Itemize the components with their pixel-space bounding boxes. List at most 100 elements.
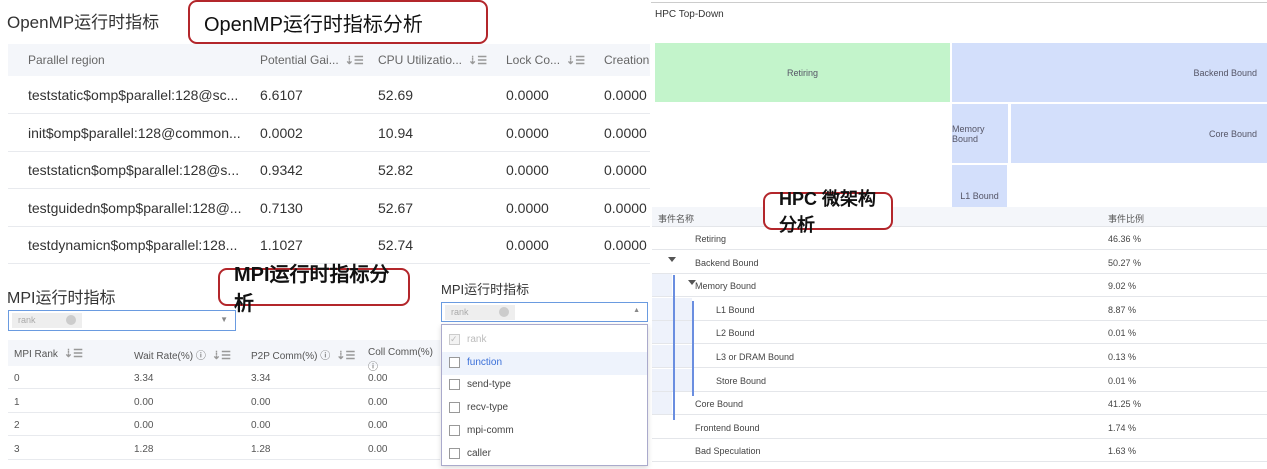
tree-row[interactable]: Bad Speculation 1.63 % [652,439,1267,463]
table-cell: 1.28 [134,443,154,455]
tree-row[interactable]: Memory Bound 9.02 % [652,274,1267,298]
sort-icon[interactable]: ⇣☰ [212,350,231,362]
checkbox[interactable]: ✓ [449,334,460,345]
col-parallel-region[interactable]: Parallel region [28,53,105,67]
table-row[interactable]: teststatic$omp$parallel:128@sc... 6.6107 5… [8,76,650,114]
sort-icon[interactable]: ⇣☰ [64,348,83,360]
tree-guide-line [692,301,694,396]
table-row[interactable]: testguidedn$omp$parallel:128@... 0.7130 52… [8,189,650,227]
table-cell: teststaticn$omp$parallel:128@s... [28,162,240,178]
sort-icon[interactable]: ⇣☰ [336,350,355,362]
table-cell: 0.0002 [260,124,303,141]
checkbox[interactable] [449,424,460,436]
table-cell: 0.7130 [260,199,303,216]
table-row[interactable]: 0 3.34 3.34 0.00 [8,366,440,389]
col-wait-rate[interactable]: Wait Rate(%) ⓘ ⇣☰ [134,347,231,362]
table-cell: 0.00 [368,420,388,431]
chevron-down-icon[interactable]: ▼ [220,315,228,324]
tree-row[interactable]: L3 or DRAM Bound 0.13 % [652,345,1267,368]
table-cell: 0.9342 [260,162,303,178]
table-cell: 0.0000 [506,124,549,141]
table-row[interactable]: 3 1.28 1.28 0.00 [8,437,440,460]
tag-close-icon[interactable] [66,315,76,325]
event-ratio: 1.74 % [1108,422,1137,433]
sort-icon[interactable]: ⇣☰ [468,55,487,67]
tree-row[interactable]: Backend Bound 50.27 % [652,251,1267,274]
event-ratio: 8.87 % [1108,304,1137,315]
treemap-backend-bound[interactable]: Backend Bound [952,43,1267,102]
tag-label: rank [451,307,469,317]
table-row[interactable]: 2 0.00 0.00 0.00 [8,413,440,436]
table-cell: 1 [14,396,20,408]
col-label: Lock Co... [506,53,561,67]
openmp-callout: OpenMP运行时指标分析 [188,0,488,44]
tree-row[interactable]: Store Bound 0.01 % [652,368,1267,392]
table-cell: 0.00 [134,420,154,431]
treemap-label: Memory Bound [952,123,985,144]
table-row[interactable]: init$omp$parallel:128@common... 0.0002 10.… [8,114,650,152]
table-cell: 0.0000 [604,199,647,216]
checkbox[interactable] [449,447,460,459]
event-ratio: 0.01 % [1108,375,1137,386]
checkbox[interactable] [449,379,460,391]
dropdown-option-send-type[interactable]: send-type [442,374,647,397]
mpi-group-select[interactable]: rank ▼ [8,310,236,331]
col-label: Coll Comm(%) [368,347,433,358]
option-label: recv-type [467,402,509,414]
mpi-title: MPI运行时指标 [7,290,116,307]
event-ratio: 46.36 % [1108,234,1142,244]
option-label: caller [467,447,491,459]
table-cell: 52.82 [378,162,414,178]
tree-row[interactable]: L1 Bound 8.87 % [652,297,1267,321]
table-cell: 0 [14,373,20,384]
tree-row[interactable]: Core Bound 41.25 % [652,392,1267,416]
col-mpi-rank[interactable]: MPI Rank ⇣☰ [14,347,83,360]
option-label: rank [467,334,487,345]
dropdown-option-caller[interactable]: caller [442,443,647,466]
col-cpu-utilization[interactable]: CPU Utilizatio... ⇣☰ [378,53,487,67]
table-cell: 0.0000 [506,87,549,103]
col-event-name: 事件名称 [658,214,695,224]
mpi-callout-text: MPI运行时指标分析 [234,264,390,315]
table-cell: 3.34 [251,373,271,384]
table-cell: 52.69 [378,87,414,103]
chevron-up-icon[interactable]: ▲ [633,307,640,314]
tree-row[interactable]: Retiring 46.36 % [652,227,1267,250]
treemap-memory-bound[interactable]: Memory Bound [952,104,1008,163]
col-p2p-comm[interactable]: P2P Comm(%) ⓘ ⇣☰ [251,347,355,362]
treemap-retiring[interactable]: Retiring [655,43,950,102]
tree-row[interactable]: Frontend Bound 1.74 % [652,416,1267,439]
tree-row[interactable]: L2 Bound 0.01 % [652,321,1267,345]
tag-close-icon[interactable] [499,307,509,317]
table-row[interactable]: teststaticn$omp$parallel:128@s... 0.9342 5… [8,151,650,189]
checkbox[interactable] [449,402,460,414]
sort-icon[interactable]: ⇣☰ [566,55,585,67]
dropdown-option-recv-type[interactable]: recv-type [442,397,647,420]
treemap-core-bound[interactable]: Core Bound [1011,104,1267,163]
help-icon[interactable]: ⓘ [320,351,330,362]
table-cell: 3 [14,443,20,455]
dropdown-option-function[interactable]: function [442,351,647,375]
dropdown-option-rank[interactable]: ✓ rank [442,329,647,352]
treemap-l1-bound[interactable]: L1 Bound [952,165,1007,207]
event-ratio: 0.01 % [1108,328,1137,339]
event-name: Core Bound [695,399,744,410]
event-ratio: 41.25 % [1108,399,1142,410]
checkbox[interactable] [449,356,460,368]
event-ratio: 50.27 % [1108,257,1142,268]
table-row[interactable]: 1 0.00 0.00 0.00 [8,390,440,413]
event-name: Frontend Bound [695,422,760,433]
select-tag: rank [12,313,82,328]
col-event-ratio: 事件比例 [1108,214,1145,224]
table-cell: teststatic$omp$parallel:128@sc... [28,87,239,103]
dropdown-option-mpi-comm[interactable]: mpi-comm [442,420,647,443]
col-lock[interactable]: Lock Co... ⇣☰ [506,53,585,67]
sort-icon[interactable]: ⇣☰ [345,55,364,67]
col-creation[interactable]: Creation [604,53,649,67]
expand-caret-icon[interactable] [668,256,676,262]
col-potential-gain[interactable]: Potential Gai... ⇣☰ [260,53,364,67]
table-cell: 0.0000 [604,87,647,103]
table-cell: 0.0000 [506,237,549,253]
help-icon[interactable]: ⓘ [196,351,206,362]
mpi-dropdown-select[interactable]: rank ▲ [441,302,648,322]
